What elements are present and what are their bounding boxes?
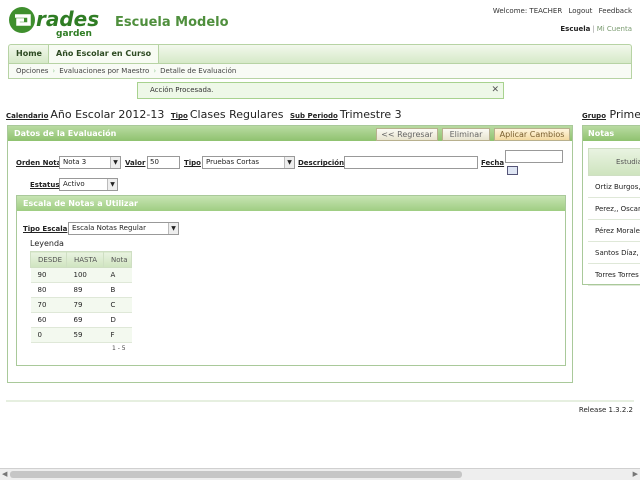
svg-text:rades: rades bbox=[36, 7, 99, 31]
breadcrumb-options[interactable]: Opciones bbox=[16, 67, 48, 75]
type-select[interactable]: Pruebas Cortas ▼ bbox=[202, 156, 295, 169]
type-link[interactable]: Tipo bbox=[171, 112, 188, 120]
grade-scale-panel: Escala de Notas a Utilizar Tipo Escala E… bbox=[16, 195, 566, 366]
table-row: 0 59 F bbox=[30, 327, 132, 343]
chevron-down-icon: ▼ bbox=[110, 157, 120, 168]
status-select[interactable]: Activo ▼ bbox=[59, 178, 118, 191]
date-label: Fecha bbox=[481, 159, 505, 167]
delete-button[interactable]: Eliminar bbox=[442, 128, 490, 141]
scrollbar-thumb[interactable] bbox=[10, 471, 462, 478]
column-header[interactable]: DESDE bbox=[30, 251, 67, 268]
type-label: Tipo bbox=[184, 159, 201, 167]
grades-garden-logo[interactable]: rades garden bbox=[6, 4, 106, 39]
calendar-link[interactable]: Calendario bbox=[6, 112, 48, 120]
list-item[interactable]: Santos Díaz, bbox=[588, 242, 640, 264]
group-link[interactable]: Grupo bbox=[582, 112, 606, 120]
type-value: Clases Regulares bbox=[189, 108, 284, 121]
apply-changes-button[interactable]: Aplicar Cambios bbox=[494, 128, 570, 141]
order-label: Orden Nota bbox=[16, 159, 62, 167]
chevron-down-icon: ▼ bbox=[168, 223, 178, 234]
breadcrumb-detail: Detalle de Evaluación bbox=[160, 67, 237, 75]
release-version: Release 1.3.2.2 bbox=[578, 406, 633, 414]
chevron-down-icon: ▼ bbox=[284, 157, 294, 168]
description-input[interactable] bbox=[344, 156, 478, 169]
grades-panel-title: Notas bbox=[583, 126, 640, 141]
list-item[interactable]: Ortiz Burgos, bbox=[588, 176, 640, 198]
main-nav: Home Año Escolar en Curso bbox=[8, 44, 632, 63]
description-label: Descripción bbox=[298, 159, 345, 167]
calendar-value: Año Escolar 2012-13 bbox=[50, 108, 165, 121]
top-links: Welcome: TEACHER Logout Feedback bbox=[489, 7, 632, 15]
chevron-down-icon: ▼ bbox=[107, 179, 117, 190]
order-select[interactable]: Nota 3 ▼ bbox=[59, 156, 121, 169]
feedback-link[interactable]: Feedback bbox=[599, 7, 632, 15]
list-item[interactable]: Torres Torres bbox=[588, 264, 640, 286]
column-header[interactable]: Nota bbox=[103, 251, 132, 268]
school-link[interactable]: Escuela bbox=[560, 25, 590, 33]
student-column-header[interactable]: Estudia bbox=[588, 148, 640, 176]
group-value: Primer bbox=[609, 108, 640, 121]
table-row: 60 69 D bbox=[30, 312, 132, 328]
subperiod-link[interactable]: Sub Periodo bbox=[290, 112, 338, 120]
scroll-right-icon[interactable]: ▶ bbox=[633, 470, 638, 478]
grade-scale-title: Escala de Notas a Utilizar bbox=[17, 196, 565, 211]
welcome-text: Welcome: TEACHER bbox=[492, 7, 563, 15]
grades-panel: Notas Estudia Ortiz Burgos, Perez,, Osca… bbox=[582, 125, 640, 286]
logout-link[interactable]: Logout bbox=[568, 7, 592, 15]
svg-text:garden: garden bbox=[56, 29, 92, 38]
status-message-text: Acción Procesada. bbox=[150, 86, 214, 94]
list-item[interactable]: Perez,, Oscar bbox=[588, 198, 640, 220]
my-account-link[interactable]: Mi Cuenta bbox=[597, 25, 632, 33]
scale-type-select[interactable]: Escala Notas Regular ▼ bbox=[68, 222, 179, 235]
breadcrumb-evaluations[interactable]: Evaluaciones por Maestro bbox=[59, 67, 149, 75]
close-icon[interactable]: ✕ bbox=[491, 83, 499, 98]
group-context: Grupo Primer bbox=[582, 108, 640, 121]
scale-type-label: Tipo Escala bbox=[23, 225, 68, 233]
legend-title: Leyenda bbox=[30, 239, 64, 248]
footer-divider bbox=[6, 400, 634, 402]
account-links: Escuela | Mi Cuenta bbox=[560, 25, 632, 33]
grade-scale-table: DESDE HASTA Nota 90 100 A 80 89 B 70 79 C 60 69… bbox=[30, 251, 132, 343]
breadcrumb: Opciones › Evaluaciones por Maestro › Detall… bbox=[8, 63, 632, 79]
value-label: Valor bbox=[125, 159, 146, 167]
back-button[interactable]: << Regresar bbox=[376, 128, 438, 141]
list-item[interactable]: Pérez Morale bbox=[588, 220, 640, 242]
scroll-left-icon[interactable]: ◀ bbox=[2, 470, 7, 478]
pager-text: 1 - 5 bbox=[112, 345, 126, 352]
status-label: Estatus bbox=[30, 181, 60, 189]
calendar-icon[interactable] bbox=[507, 166, 518, 175]
table-row: 70 79 C bbox=[30, 297, 132, 313]
value-input[interactable]: 50 bbox=[147, 156, 180, 169]
evaluation-panel: Datos de la Evaluación << Regresar Elimi… bbox=[7, 125, 573, 383]
horizontal-scrollbar[interactable]: ◀ ▶ bbox=[0, 468, 640, 480]
subperiod-value: Trimestre 3 bbox=[339, 108, 402, 121]
column-header[interactable]: HASTA bbox=[66, 251, 104, 268]
table-row: 80 89 B bbox=[30, 282, 132, 298]
school-name: Escuela Modelo bbox=[115, 15, 229, 30]
context-bar: Calendario Año Escolar 2012-13 Tipo Clases… bbox=[6, 108, 405, 121]
table-row: 90 100 A bbox=[30, 267, 132, 283]
date-input[interactable] bbox=[505, 150, 563, 163]
tab-home[interactable]: Home bbox=[9, 45, 49, 63]
status-message: Acción Procesada. ✕ bbox=[137, 82, 504, 99]
tab-current-year[interactable]: Año Escolar en Curso bbox=[49, 45, 160, 63]
